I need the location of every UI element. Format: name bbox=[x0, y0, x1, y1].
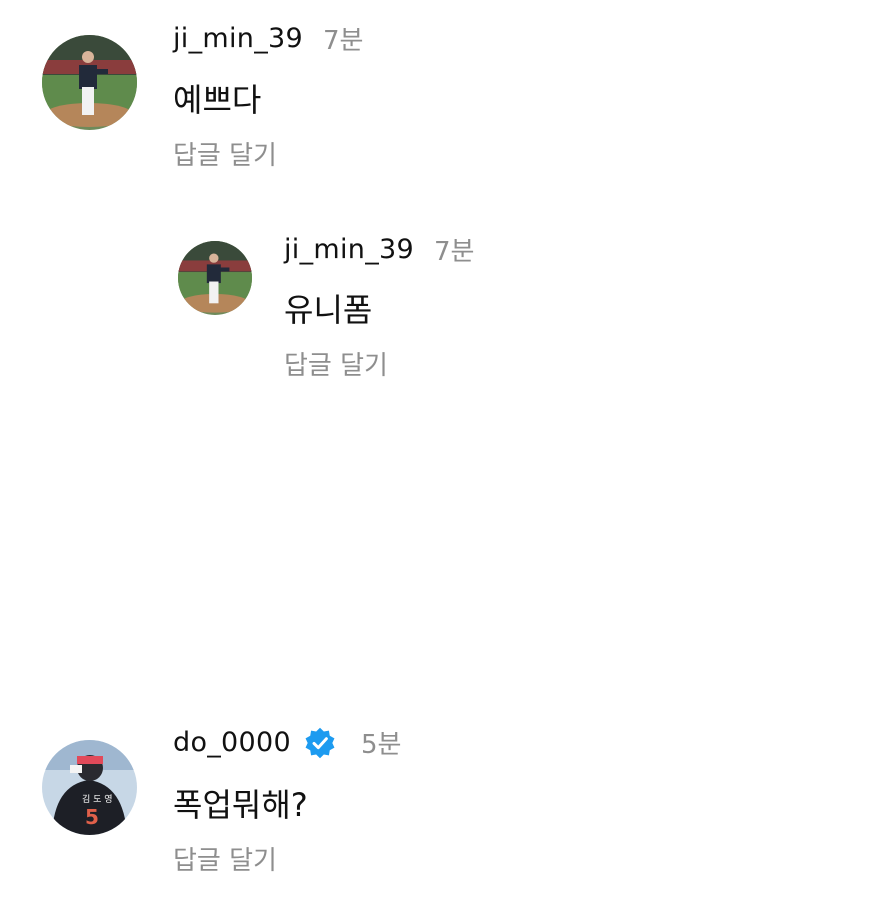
reply-button[interactable]: 답글 달기 bbox=[173, 840, 277, 877]
username[interactable]: do_0000 bbox=[173, 727, 291, 758]
comment-3: 김 도 영 5 do_0000 5분 폭업뭐해? 답글 달기 bbox=[0, 0, 896, 907]
timestamp: 5분 bbox=[360, 730, 402, 760]
svg-text:5: 5 bbox=[85, 805, 99, 829]
comment-text: 폭업뭐해? bbox=[173, 786, 308, 824]
verified-badge-icon bbox=[303, 726, 337, 760]
baseball-player-photo-icon: 김 도 영 5 bbox=[42, 740, 137, 835]
svg-text:김 도 영: 김 도 영 bbox=[82, 793, 113, 805]
comment-meta: do_0000 5분 bbox=[173, 724, 401, 761]
avatar[interactable]: 김 도 영 5 bbox=[42, 740, 137, 835]
